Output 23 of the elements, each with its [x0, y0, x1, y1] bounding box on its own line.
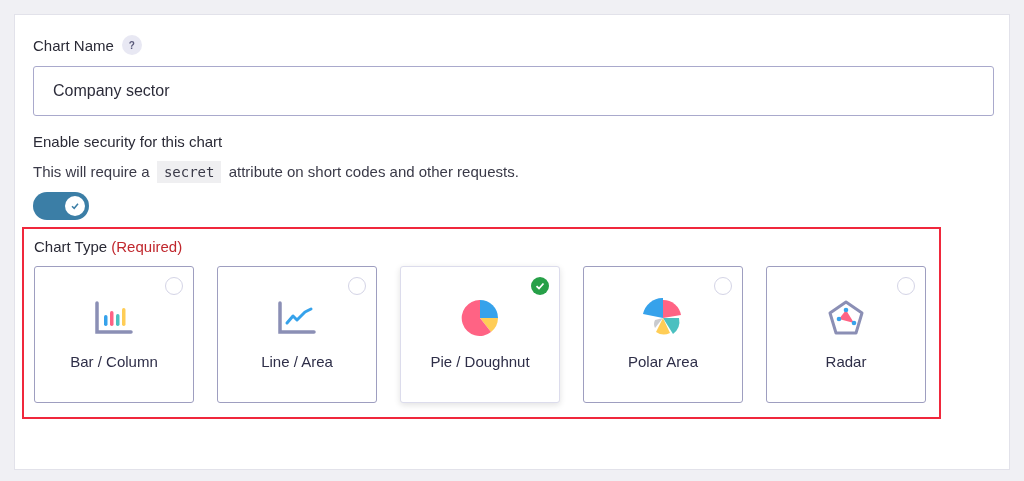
radio-indicator[interactable] — [531, 277, 549, 295]
chart-type-option[interactable]: Line / Area — [217, 266, 377, 403]
description-text: This will require a secret attribute on short codes and other requests. — [33, 163, 993, 180]
chart-type-option[interactable]: Radar — [766, 266, 926, 403]
check-icon — [70, 201, 80, 211]
radio-indicator[interactable] — [348, 277, 366, 295]
bar-chart-icon — [95, 301, 133, 335]
radio-indicator[interactable] — [714, 277, 732, 295]
field-label: Chart Type (Required) — [34, 238, 184, 255]
chart-type-option[interactable]: Polar Area — [583, 266, 743, 403]
chart-type-option[interactable]: Bar / Column — [34, 266, 194, 403]
radio-indicator[interactable] — [897, 277, 915, 295]
help-badge[interactable]: ? — [121, 35, 142, 55]
check-icon — [535, 281, 545, 291]
radar-chart-icon — [827, 299, 865, 337]
chart-type-option[interactable]: Pie / Doughnut — [400, 266, 560, 403]
chart-name-field[interactable]: Company sector — [33, 66, 994, 116]
security-toggle[interactable] — [33, 192, 89, 220]
radio-indicator[interactable] — [165, 277, 183, 295]
pie-chart-icon — [461, 299, 499, 337]
field-label: Chart Name — [33, 36, 114, 54]
line-chart-icon — [278, 301, 316, 335]
field-label: Enable security for this chart — [33, 133, 224, 150]
